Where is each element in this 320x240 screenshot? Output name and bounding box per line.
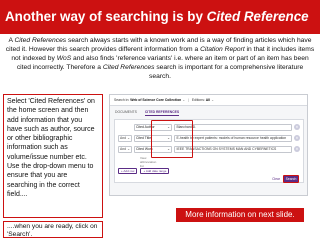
field-select[interactable]: Cited Author ⌄ — [134, 123, 172, 131]
form-actions: Clear Search — [272, 175, 299, 183]
intro-term: Citation Report — [200, 45, 245, 53]
field-select[interactable]: Cited Work ⌄ — [134, 145, 172, 153]
boolean-operator-value: And — [120, 147, 127, 151]
chevron-down-icon[interactable]: ⌄ — [182, 98, 185, 102]
search-button[interactable]: Search — [283, 175, 299, 183]
field-select-value: Cited Title — [136, 136, 152, 140]
chevron-down-icon: ⌄ — [127, 147, 130, 151]
chevron-down-icon: ⌄ — [167, 136, 170, 140]
search-row: And ⌄ Cited Work ⌄ IEEE TRANSACTIONS ON SY… — [118, 145, 300, 153]
chevron-down-icon: ⌄ — [127, 136, 130, 140]
field-select[interactable]: Cited Title ⌄ — [134, 134, 172, 142]
chevron-down-icon[interactable]: ⌄ — [211, 98, 214, 102]
editions-label: Editions: — [191, 98, 205, 102]
editions-value[interactable]: All — [206, 98, 210, 102]
cited-reference-form: Cited Author ⌄ Blanchard D. ✕ And ⌄ Cited … — [114, 119, 304, 183]
chevron-down-icon: ⌄ — [167, 125, 170, 129]
close-icon[interactable]: ✕ — [294, 135, 300, 141]
chevron-down-icon: ⌄ — [167, 147, 170, 151]
add-date-range-button[interactable]: + Add date range — [140, 168, 170, 174]
field-select-value: Cited Work — [136, 147, 153, 151]
add-row-button[interactable]: + Add row — [118, 168, 138, 174]
search-tabs: DOCUMENTS CITED REFERENCES — [110, 106, 307, 118]
slide-title: Another way of searching is by Cited Ref… — [0, 0, 320, 34]
intro-term: Cited References — [102, 63, 155, 71]
search-instruction-callout: ....when you are ready, click on 'Search… — [3, 221, 103, 238]
search-input[interactable]: Blanchard D. — [174, 123, 292, 131]
close-icon[interactable]: ✕ — [294, 146, 300, 152]
boolean-operator-select[interactable]: And ⌄ — [118, 134, 132, 142]
instruction-callout: Select 'Cited References' on the home sc… — [3, 94, 103, 218]
add-controls: + Add row + Add date range — [118, 168, 170, 174]
boolean-operator-value: And — [120, 136, 127, 140]
intro-text: search is important for a comprehensive … — [149, 63, 304, 80]
close-icon[interactable]: ✕ — [294, 124, 300, 130]
search-in-bar: Search in: Web of Science Core Collectio… — [110, 95, 307, 106]
divider: | — [187, 98, 189, 102]
field-select-value: Cited Author — [136, 125, 155, 129]
boolean-operator-select[interactable]: And ⌄ — [118, 145, 132, 153]
tab-documents[interactable]: DOCUMENTS — [115, 110, 137, 116]
wos-search-screenshot: Search in: Web of Science Core Collectio… — [109, 94, 308, 196]
search-in-value[interactable]: Web of Science Core Collection — [130, 98, 181, 102]
search-input[interactable]: E-health by expert patients: models of h… — [174, 134, 292, 142]
search-in-label: Search in: — [114, 98, 130, 102]
slide-title-emphasis: Cited Reference — [206, 9, 309, 24]
search-row: And ⌄ Cited Title ⌄ E-health by expert pat… — [118, 134, 300, 142]
next-slide-note: More information on next slide. — [176, 208, 304, 222]
search-row: Cited Author ⌄ Blanchard D. ✕ — [118, 123, 300, 131]
intro-term: Cited References — [14, 37, 67, 44]
intro-term: WoS — [56, 54, 72, 62]
search-input[interactable]: IEEE TRANSACTIONS ON SYSTEMS MAN AND CYB… — [174, 145, 292, 153]
abbreviation-list-link[interactable]: View abbreviation list — [140, 156, 156, 168]
clear-button[interactable]: Clear — [272, 177, 280, 181]
intro-paragraph: A Cited References search always starts … — [5, 37, 315, 82]
slide-title-prefix: Another way of searching is by — [5, 9, 207, 24]
tab-cited-references[interactable]: CITED REFERENCES — [144, 110, 180, 116]
